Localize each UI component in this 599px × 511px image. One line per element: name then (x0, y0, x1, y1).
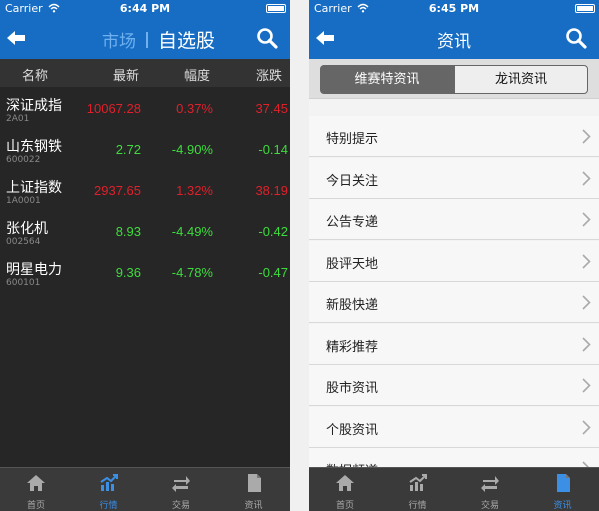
tab-label: 交易 (171, 501, 190, 511)
news-menu-label: 公告专递 (326, 215, 379, 230)
tab-news[interactable]: 资讯 (218, 468, 290, 511)
stock-price: 2.72 (115, 142, 141, 157)
stock-change: -0.47 (258, 265, 288, 280)
stock-price: 2937.65 (94, 183, 141, 198)
tab-trade[interactable]: 交易 (145, 468, 217, 511)
quote-row[interactable]: 明星电力 600101 9.36 -4.78% -0.47 (0, 253, 290, 294)
news-menu-label: 个股资讯 (326, 422, 379, 438)
tab-market[interactable]: 市场 (102, 27, 136, 52)
chevron-right-icon (582, 336, 591, 356)
status-time: 6:45 PM (428, 2, 480, 15)
segment-longxun-news[interactable]: 龙讯资讯 (454, 65, 588, 94)
tab-label: 资讯 (244, 501, 263, 511)
stock-change: -0.42 (258, 224, 288, 239)
stock-price: 8.93 (115, 224, 141, 239)
segment-weisaite-news[interactable]: 维赛特资讯 (320, 65, 454, 94)
quote-table-header: 名称 最新 幅度 涨跌 (0, 59, 290, 87)
stock-name: 山东钢铁 (6, 139, 62, 155)
stock-code: 1A0001 (6, 196, 41, 206)
news-menu-item[interactable]: 公告专递 (309, 199, 599, 240)
tab-bar: 首页 行情 交易 资讯 (0, 467, 290, 511)
news-menu-item[interactable]: 新股快递 (309, 282, 599, 323)
tab-watchlist[interactable]: 自选股 (158, 26, 215, 53)
tab-quotes[interactable]: 行情 (73, 468, 145, 511)
quote-row[interactable]: 深证成指 2A01 10067.28 0.37% 37.45 (0, 89, 290, 130)
stock-code: 2A01 (6, 114, 30, 124)
stock-change: -0.14 (258, 142, 288, 157)
tab-news[interactable]: 资讯 (527, 468, 599, 511)
market-navbar: 市场 自选股 (0, 17, 290, 59)
news-menu-item[interactable]: 精彩推荐 (309, 323, 599, 365)
market-screen: Carrier 6:44 PM 市场 自选股 名称 最新 幅度 涨跌 深证成指 2… (0, 0, 290, 511)
stock-price: 10067.28 (86, 101, 141, 116)
tab-label: 行情 (408, 501, 427, 511)
news-navbar: 资讯 (309, 17, 599, 59)
stock-name: 上证指数 (6, 180, 62, 196)
news-menu-label: 精彩推荐 (326, 339, 379, 355)
search-icon[interactable] (256, 27, 278, 49)
news-screen: Carrier 6:45 PM 资讯 维赛特资讯 龙讯资讯 特别提示今日关注公告… (309, 0, 599, 511)
back-arrow-icon[interactable] (5, 28, 27, 48)
chevron-right-icon (582, 295, 591, 314)
stock-percent: 1.32% (176, 183, 213, 198)
news-menu-item[interactable]: 今日关注 (309, 157, 599, 199)
column-header-name[interactable]: 名称 (22, 65, 48, 84)
tab-trade[interactable]: 交易 (454, 468, 526, 511)
news-menu-label: 股评天地 (326, 256, 379, 272)
stock-percent: -4.78% (171, 265, 213, 280)
chevron-right-icon (582, 419, 591, 439)
news-menu-item[interactable]: 股市资讯 (309, 365, 599, 406)
stock-code: 600101 (6, 278, 41, 288)
tab-label: 首页 (26, 501, 45, 511)
stock-percent: -4.49% (171, 224, 213, 239)
page-title: 资讯 (437, 32, 471, 52)
quote-row[interactable]: 山东钢铁 600022 2.72 -4.90% -0.14 (0, 130, 290, 171)
status-time: 6:44 PM (119, 2, 171, 15)
chevron-right-icon (582, 212, 591, 231)
news-menu-item[interactable]: 特别提示 (309, 116, 599, 157)
chevron-right-icon (582, 253, 591, 273)
battery-icon (266, 4, 286, 13)
tab-label: 交易 (480, 501, 499, 511)
stock-change: 38.19 (255, 183, 288, 198)
search-icon[interactable] (565, 27, 587, 49)
news-menu-item[interactable]: 股评天地 (309, 240, 599, 282)
tab-label: 首页 (335, 501, 354, 511)
chevron-right-icon (582, 170, 591, 190)
stock-code: 002564 (6, 237, 41, 247)
status-bar: Carrier 6:44 PM (0, 0, 290, 17)
tab-bar: 首页 行情 交易 资讯 (309, 467, 599, 511)
stock-name: 深证成指 (6, 98, 62, 114)
divider (146, 31, 148, 48)
status-bar: Carrier 6:45 PM (309, 0, 599, 17)
tab-quotes[interactable]: 行情 (382, 468, 454, 511)
chevron-right-icon (582, 129, 591, 148)
stock-price: 9.36 (115, 265, 141, 280)
market-watchlist-switch: 市场 自选股 (102, 26, 215, 53)
news-menu-item[interactable]: 个股资讯 (309, 406, 599, 448)
news-menu-label: 今日关注 (326, 173, 379, 189)
stock-name: 张化机 (6, 221, 48, 237)
column-header-percent[interactable]: 幅度 (184, 65, 210, 84)
battery-icon (575, 4, 595, 13)
column-header-price[interactable]: 最新 (113, 65, 139, 84)
stock-percent: 0.37% (176, 101, 213, 116)
tab-label: 资讯 (553, 501, 572, 511)
news-source-segmented-control: 维赛特资讯 龙讯资讯 (309, 59, 599, 99)
stock-percent: -4.90% (171, 142, 213, 157)
chevron-right-icon (582, 378, 591, 397)
news-menu-label: 新股快递 (326, 298, 379, 313)
stock-change: 37.45 (255, 101, 288, 116)
stock-name: 明星电力 (6, 262, 62, 278)
tab-label: 行情 (99, 501, 118, 511)
tab-home[interactable]: 首页 (0, 468, 72, 511)
quote-row[interactable]: 上证指数 1A0001 2937.65 1.32% 38.19 (0, 171, 290, 212)
news-menu-label: 特别提示 (326, 132, 379, 147)
news-menu-label: 股市资讯 (326, 381, 379, 396)
stock-code: 600022 (6, 155, 41, 165)
tab-home[interactable]: 首页 (309, 468, 381, 511)
column-header-change[interactable]: 涨跌 (256, 65, 282, 84)
quote-row[interactable]: 张化机 002564 8.93 -4.49% -0.42 (0, 212, 290, 253)
